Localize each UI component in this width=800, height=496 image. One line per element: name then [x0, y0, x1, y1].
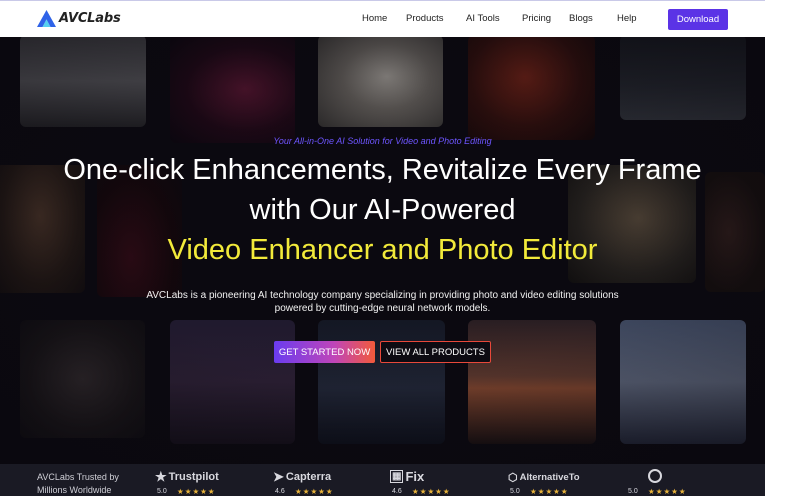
nav-ai-tools[interactable]: AI Tools — [466, 13, 500, 24]
nav-blogs[interactable]: Blogs — [569, 13, 593, 24]
capterra-stars: ★★★★★ — [295, 487, 334, 496]
trust-text: AVCLabs Trusted by Millions Worldwide — [37, 471, 132, 496]
capterra-name: Capterra — [285, 471, 332, 483]
brand-name: AVCLabs — [59, 11, 121, 26]
star-icon: ★ — [155, 469, 167, 484]
trust-text-line2: Millions Worldwide — [37, 485, 112, 495]
g2-stars: ★★★★★ — [648, 487, 687, 496]
top-navigation: AVCLabs Home Products AI Tools Pricing B… — [0, 0, 765, 37]
view-all-products-button[interactable]: VIEW ALL PRODUCTS — [380, 341, 491, 363]
hero-tagline: Your All-in-One AI Solution for Video an… — [273, 136, 492, 146]
hero-description-line1: AVCLabs is a pioneering AI technology co… — [146, 290, 619, 301]
fix-the-photo-stars: ★★★★★ — [412, 487, 451, 496]
alternativeto-rating: 5.0 — [510, 488, 520, 495]
trust-bar: AVCLabs Trusted by Millions Worldwide ★ … — [0, 464, 765, 496]
trustpilot-stars: ★★★★★ — [177, 487, 216, 496]
hero-title-highlight: Video Enhancer and Photo Editor — [167, 234, 598, 266]
avclabs-logo-icon — [37, 10, 56, 27]
download-button[interactable]: Download — [668, 9, 728, 30]
fix-the-photo-brand[interactable]: ▦ Fix — [390, 469, 424, 484]
trustpilot-rating: 5.0 — [157, 488, 167, 495]
trustpilot-brand[interactable]: ★ Trustpilot — [155, 469, 219, 485]
capterra-brand[interactable]: ➤ Capterra — [273, 469, 331, 485]
nav-pricing[interactable]: Pricing — [522, 13, 551, 24]
alternativeto-brand[interactable]: ⬡ AlternativeTo — [508, 471, 580, 484]
g2-brand[interactable] — [648, 469, 664, 483]
nav-products[interactable]: Products — [406, 13, 444, 24]
alternativeto-stars: ★★★★★ — [530, 487, 569, 496]
alternativeto-name: AlternativeTo — [519, 472, 580, 483]
g2-rating: 5.0 — [628, 488, 638, 495]
trustpilot-name: Trustpilot — [168, 471, 219, 483]
fix-the-photo-logo: ▦ — [390, 470, 404, 483]
hero-title-line1: One-click Enhancements, Revitalize Every… — [63, 154, 702, 186]
capterra-rating: 4.6 — [275, 488, 285, 495]
hero-title-line2: with Our AI-Powered — [249, 194, 516, 226]
nav-help[interactable]: Help — [617, 13, 637, 24]
get-started-button[interactable]: GET STARTED NOW — [274, 341, 375, 363]
hero-description: AVCLabs is a pioneering AI technology co… — [0, 290, 765, 315]
hero-description-line2: powered by cutting-edge neural network m… — [274, 302, 491, 314]
g2-logo — [648, 469, 662, 483]
hero-section: Your All-in-One AI Solution for Video an… — [0, 37, 765, 464]
trust-text-line1: AVCLabs Trusted by — [37, 472, 119, 482]
avclabs-logo[interactable]: AVCLabs — [37, 10, 121, 27]
nav-home[interactable]: Home — [362, 13, 387, 24]
fix-the-photo-name: Fix — [405, 469, 425, 484]
alternativeto-logo: ⬡ — [508, 472, 518, 484]
fix-the-photo-rating: 4.6 — [392, 488, 402, 495]
capterra-arrow-icon: ➤ — [273, 469, 284, 484]
